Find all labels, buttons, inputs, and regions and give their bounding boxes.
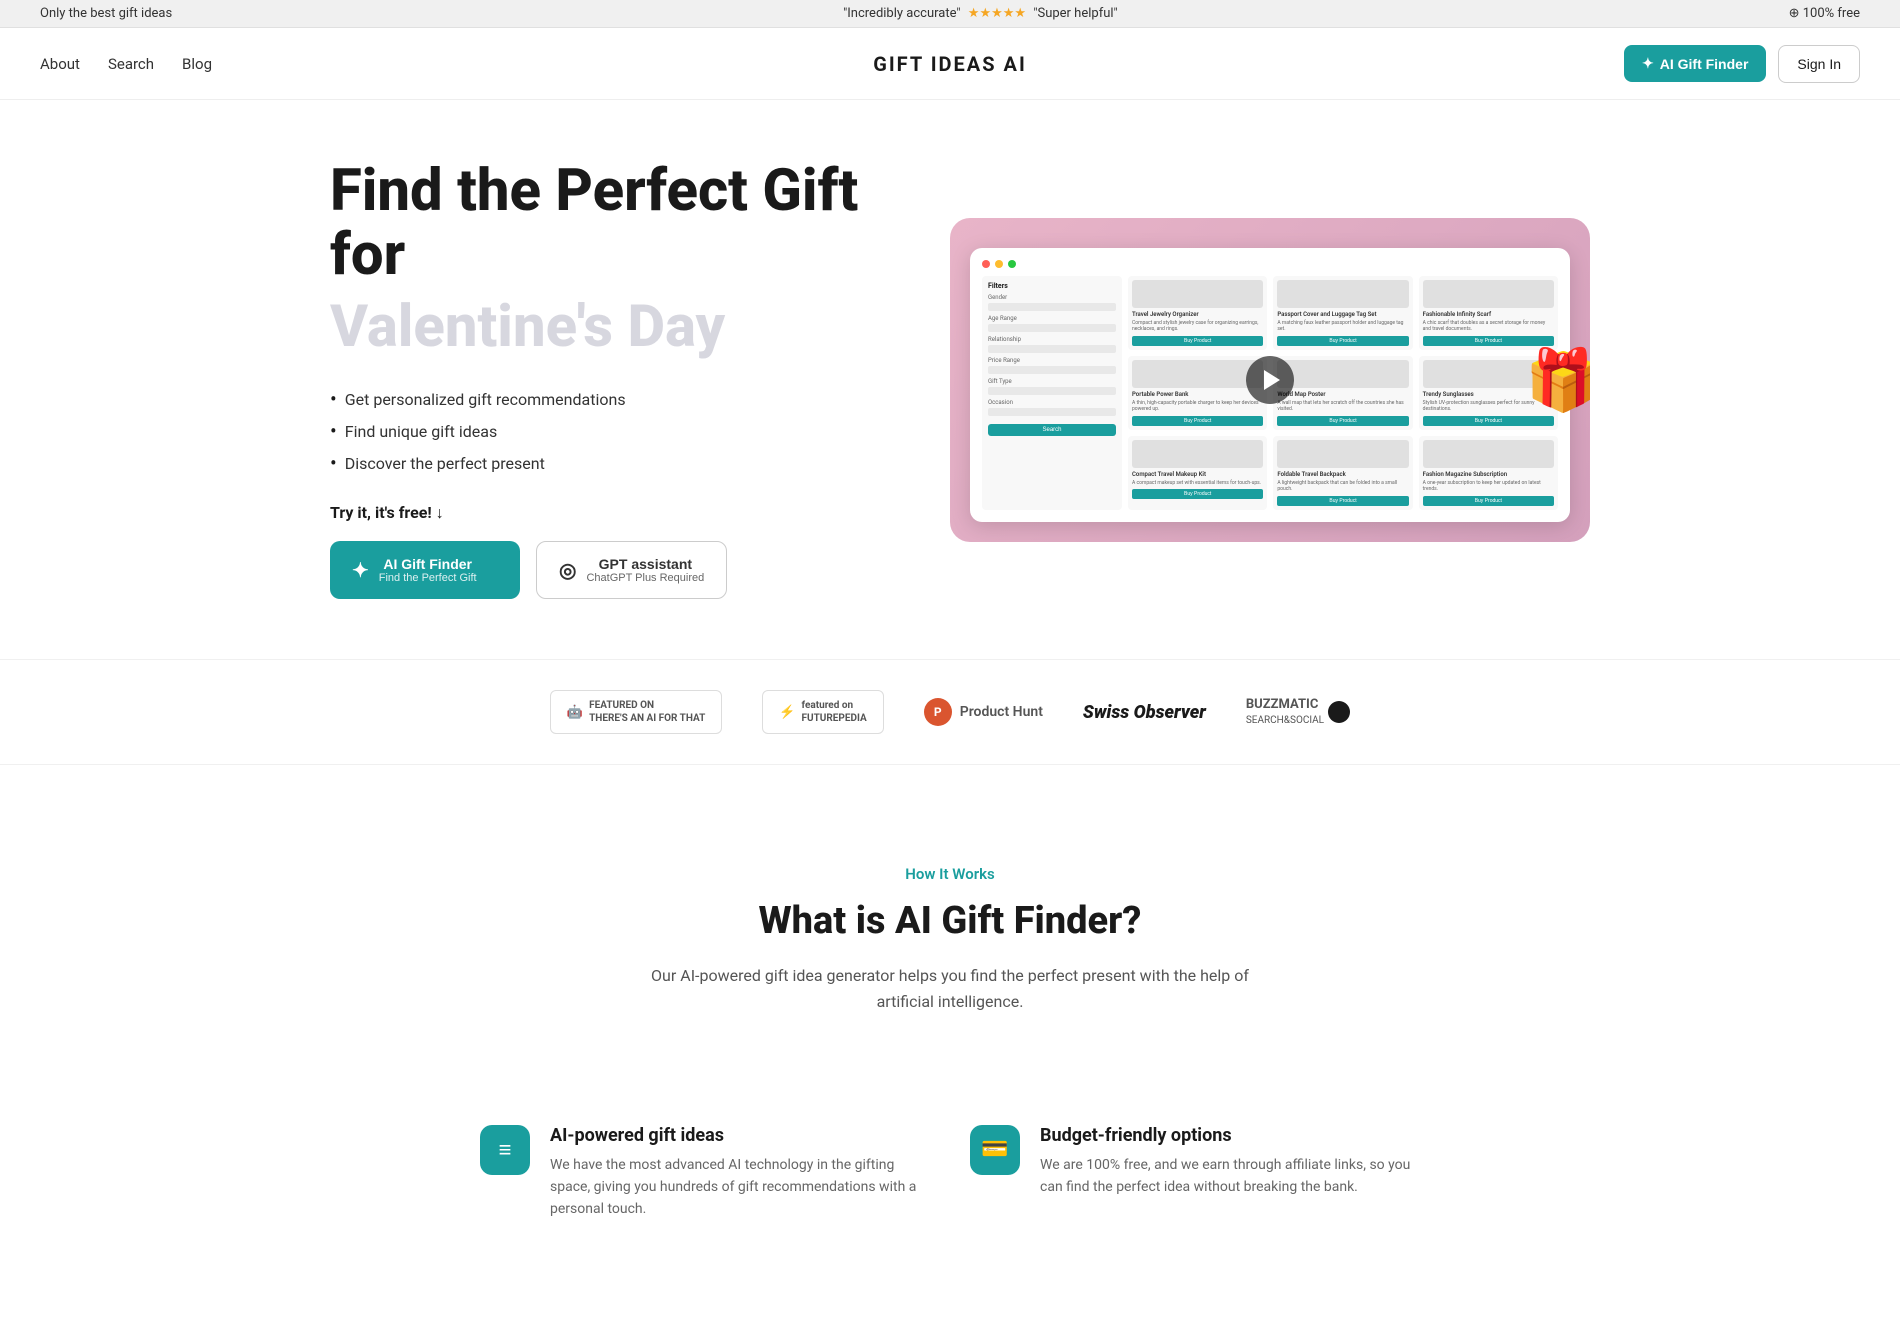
product-card-1: Travel Jewelry Organizer Compact and sty… bbox=[1128, 276, 1267, 350]
press-swiss-observer: Swiss Observer bbox=[1083, 702, 1206, 723]
press-producthunt: P Product Hunt bbox=[924, 698, 1043, 726]
product-buy-button-6[interactable]: Buy Product bbox=[1423, 416, 1554, 426]
press-section: 🤖 FEATURED ONTHERE'S AN AI FOR THAT ⚡ fe… bbox=[0, 659, 1900, 765]
press-buzzmatic: BUZZMATICSEARCH&SOCIAL bbox=[1246, 697, 1350, 728]
dot-green bbox=[1008, 260, 1016, 268]
sparkle-icon-hero: ✦ bbox=[352, 558, 369, 583]
mockup-dots bbox=[982, 260, 1558, 268]
feature-desc-1: We have the most advanced AI technology … bbox=[550, 1154, 930, 1221]
free-icon: ⊕ bbox=[1789, 6, 1800, 21]
bullet-2: Find unique gift ideas bbox=[330, 419, 910, 443]
play-button[interactable] bbox=[1246, 356, 1294, 404]
mockup-container: Filters Gender Age Range Relationship bbox=[950, 218, 1590, 542]
hero-section: Find the Perfect Gift for Valentine's Da… bbox=[250, 100, 1650, 639]
product-buy-button-2[interactable]: Buy Product bbox=[1277, 336, 1408, 346]
feature-title-2: Budget-friendly options bbox=[1040, 1125, 1420, 1146]
producthunt-icon: P bbox=[924, 698, 952, 726]
product-buy-button-8[interactable]: Buy Product bbox=[1277, 496, 1408, 506]
banner-right: ⊕ 100% free bbox=[1789, 6, 1860, 21]
feature-icon-2: 💳 bbox=[970, 1125, 1020, 1175]
banner-quote1: "Incredibly accurate" bbox=[843, 6, 960, 21]
product-buy-button-5[interactable]: Buy Product bbox=[1277, 416, 1408, 426]
product-card-8: Foldable Travel Backpack A lightweight b… bbox=[1273, 436, 1412, 510]
feature-item-1: ≡ AI-powered gift ideas We have the most… bbox=[480, 1125, 930, 1221]
bullet-3: Discover the perfect present bbox=[330, 451, 910, 475]
buzzmatic-icon bbox=[1328, 701, 1350, 723]
nav-right: ✦ AI Gift Finder Sign In bbox=[1624, 45, 1860, 83]
dot-red bbox=[982, 260, 990, 268]
press-theresanai: 🤖 FEATURED ONTHERE'S AN AI FOR THAT bbox=[550, 690, 722, 734]
banner-quote2: "Super helpful" bbox=[1033, 6, 1117, 21]
nav-ai-finder-button[interactable]: ✦ AI Gift Finder bbox=[1624, 45, 1766, 82]
product-card-9: Fashion Magazine Subscription A one-year… bbox=[1419, 436, 1558, 510]
signin-button[interactable]: Sign In bbox=[1778, 45, 1860, 83]
section-title: What is AI Gift Finder? bbox=[540, 899, 1360, 943]
product-buy-button-9[interactable]: Buy Product bbox=[1423, 496, 1554, 506]
nav-left: About Search Blog bbox=[40, 55, 212, 73]
banner-stars: ★★★★★ bbox=[968, 6, 1026, 21]
hero-bullets: Get personalized gift recommendations Fi… bbox=[330, 387, 910, 475]
navbar: About Search Blog GIFT IDEAS AI ✦ AI Gif… bbox=[0, 28, 1900, 100]
product-card-3: Fashionable Infinity Scarf A chic scarf … bbox=[1419, 276, 1558, 350]
hero-gpt-button[interactable]: ◎ GPT assistant ChatGPT Plus Required bbox=[536, 541, 727, 599]
bullet-1: Get personalized gift recommendations bbox=[330, 387, 910, 411]
product-card-4: Portable Power Bank A thin, high-capacit… bbox=[1128, 356, 1267, 430]
feature-title-1: AI-powered gift ideas bbox=[550, 1125, 930, 1146]
feature-desc-2: We are 100% free, and we earn through af… bbox=[1040, 1154, 1420, 1199]
section-desc: Our AI-powered gift idea generator helps… bbox=[650, 963, 1250, 1014]
press-futurepedia: ⚡ featured onFUTUREPEDIA bbox=[762, 690, 883, 734]
mockup-filters: Filters Gender Age Range Relationship bbox=[982, 276, 1122, 510]
section-tag: How It Works bbox=[540, 865, 1360, 883]
product-card-5: World Map Poster A wall map that lets he… bbox=[1273, 356, 1412, 430]
producthunt-label: Product Hunt bbox=[960, 704, 1043, 720]
theresanai-icon: 🤖 bbox=[567, 705, 583, 720]
top-banner: Only the best gift ideas "Incredibly acc… bbox=[0, 0, 1900, 28]
how-it-works-section: How It Works What is AI Gift Finder? Our… bbox=[500, 785, 1400, 1124]
banner-center: "Incredibly accurate" ★★★★★ "Super helpf… bbox=[843, 6, 1118, 21]
gift-box-decoration: 🎁 bbox=[1525, 344, 1590, 415]
hero-cta-text: Try it, it's free! ↓ bbox=[330, 503, 910, 523]
mockup-products: Travel Jewelry Organizer Compact and sty… bbox=[1128, 276, 1558, 510]
nav-blog[interactable]: Blog bbox=[182, 55, 212, 73]
product-card-7: Compact Travel Makeup Kit A compact make… bbox=[1128, 436, 1267, 510]
hero-buttons: ✦ AI Gift Finder Find the Perfect Gift ◎… bbox=[330, 541, 910, 599]
hero-right: Filters Gender Age Range Relationship bbox=[950, 218, 1590, 542]
hero-title: Find the Perfect Gift for bbox=[330, 160, 910, 288]
banner-left: Only the best gift ideas bbox=[40, 6, 172, 21]
nav-about[interactable]: About bbox=[40, 55, 80, 73]
nav-logo: GIFT IDEAS AI bbox=[873, 52, 1027, 76]
feature-icon-1: ≡ bbox=[480, 1125, 530, 1175]
hero-left: Find the Perfect Gift for Valentine's Da… bbox=[330, 160, 910, 599]
hero-animated-subtitle: Valentine's Day bbox=[330, 296, 910, 360]
sparkle-icon: ✦ bbox=[1642, 55, 1654, 72]
wallet-icon: 💳 bbox=[981, 1137, 1008, 1162]
product-buy-button-1[interactable]: Buy Product bbox=[1132, 336, 1263, 346]
product-buy-button-7[interactable]: Buy Product bbox=[1132, 489, 1263, 499]
dot-yellow bbox=[995, 260, 1003, 268]
play-icon bbox=[1264, 370, 1280, 390]
openai-icon: ◎ bbox=[559, 558, 576, 583]
mockup-search-button[interactable]: Search bbox=[988, 424, 1116, 436]
product-buy-button-4[interactable]: Buy Product bbox=[1132, 416, 1263, 426]
nav-search[interactable]: Search bbox=[108, 55, 154, 73]
product-card-2: Passport Cover and Luggage Tag Set A mat… bbox=[1273, 276, 1412, 350]
hero-ai-finder-button[interactable]: ✦ AI Gift Finder Find the Perfect Gift bbox=[330, 541, 520, 599]
features-grid: ≡ AI-powered gift ideas We have the most… bbox=[400, 1125, 1500, 1281]
futurepedia-icon: ⚡ bbox=[779, 705, 795, 720]
list-icon: ≡ bbox=[499, 1137, 512, 1163]
feature-item-2: 💳 Budget-friendly options We are 100% fr… bbox=[970, 1125, 1420, 1221]
